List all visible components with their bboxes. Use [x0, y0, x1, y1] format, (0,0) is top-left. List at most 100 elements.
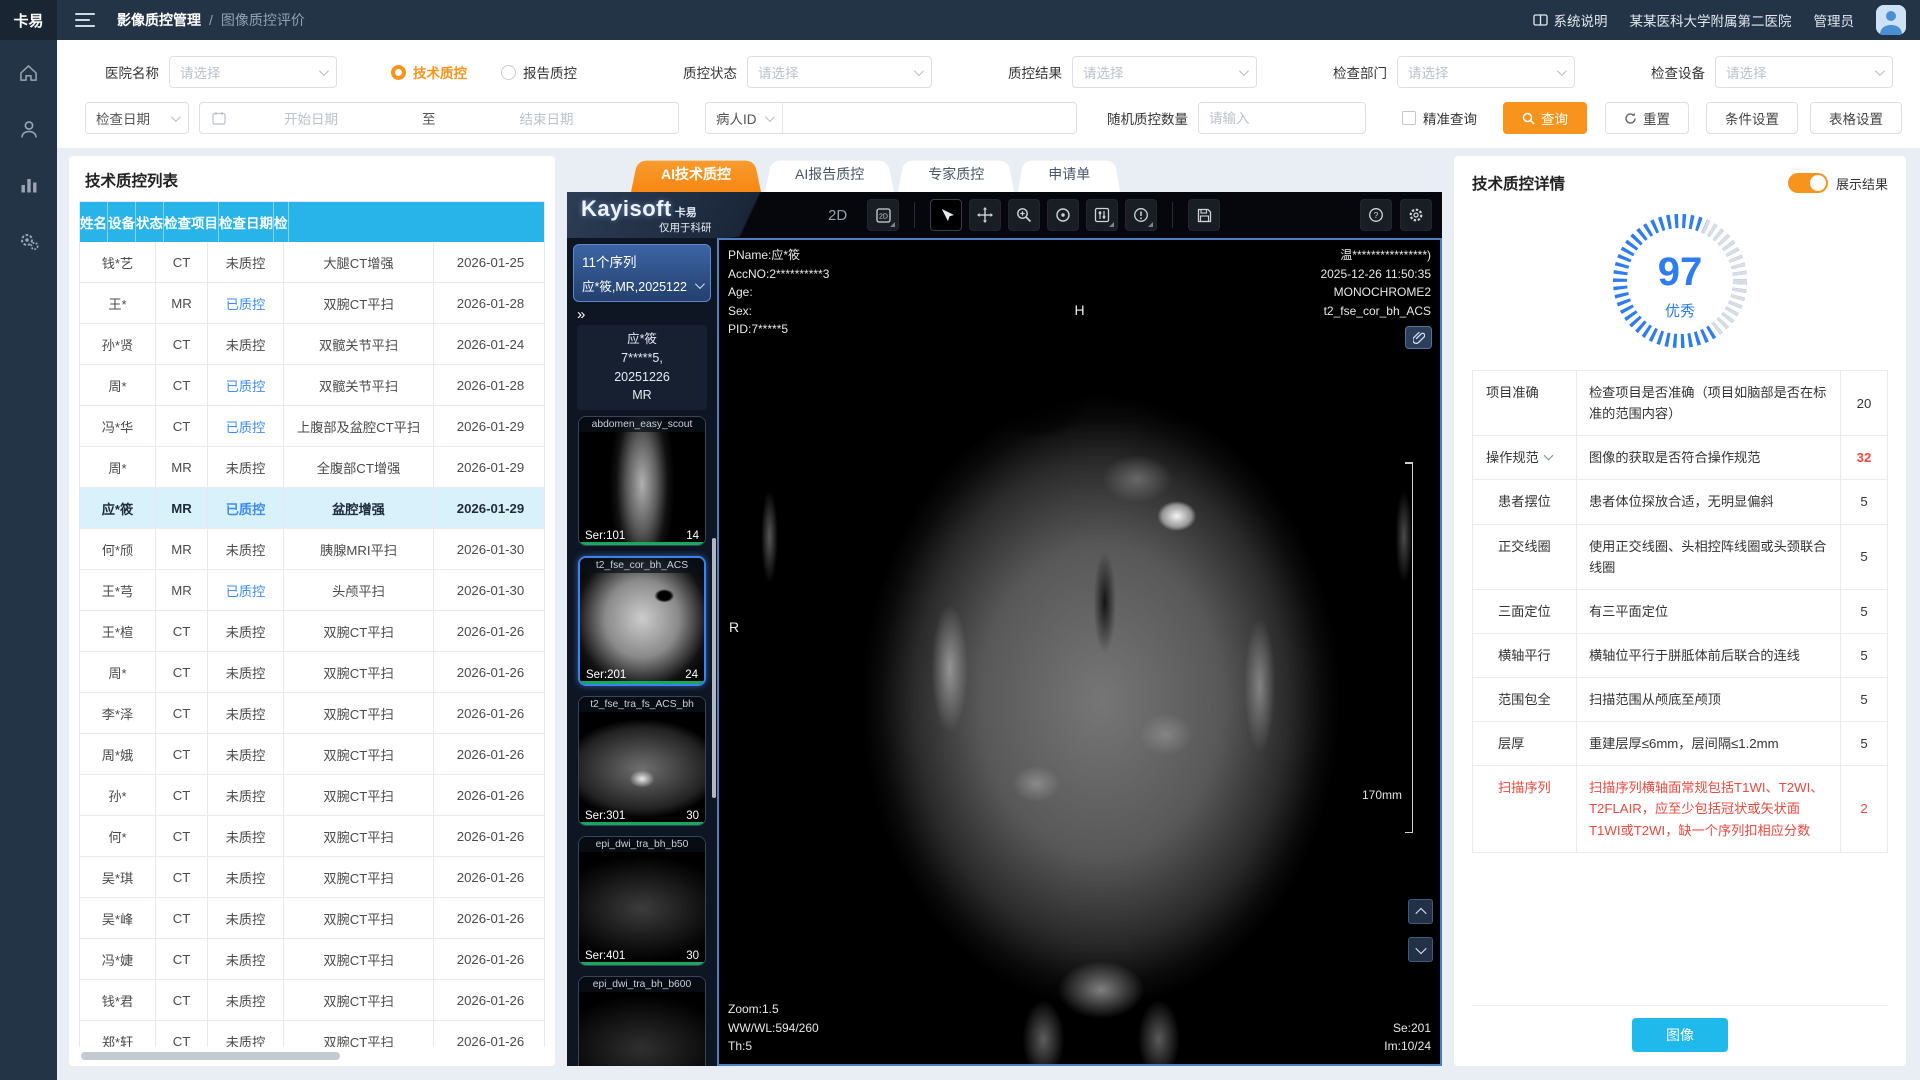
cell-device: CT [156, 898, 208, 938]
device-select[interactable]: 请选择 [1715, 56, 1893, 88]
prev-image-button[interactable] [1408, 899, 1433, 924]
chart-icon[interactable] [18, 174, 40, 196]
image-viewport[interactable]: PName:应*筱AccNO:2**********3Age:Sex:PID:7… [717, 238, 1442, 1066]
settings-gears-icon[interactable] [18, 230, 40, 252]
series-select[interactable]: 应*筱,MR,2025122 [582, 276, 702, 295]
table-row[interactable]: 吴*琪 CT 未质控 双腕CT平扫 2026-01-26 [80, 857, 544, 898]
series-thumbnail[interactable]: epi_dwi_tra_bh_b600 Ser:40230 [578, 976, 706, 1066]
thumbnail-image [579, 837, 705, 965]
tab[interactable]: 申请单 [1032, 157, 1106, 192]
patient-id-input[interactable] [783, 103, 1077, 133]
collapse-panel-button[interactable]: » [577, 306, 717, 323]
overlay-series-image: Se:201Im:10/24 [1384, 1019, 1431, 1056]
zoom-tool-button[interactable] [1008, 199, 1040, 231]
qc-item-row[interactable]: 扫描序列 扫描序列横轴面常规包括T1WI、T2WI、T2FLAIR，应至少包括冠… [1473, 766, 1887, 852]
reset-button[interactable]: 重置 [1605, 102, 1689, 134]
table-row[interactable]: 郑*轩 CT 未质控 双腕CT平扫 2026-01-26 [80, 1021, 544, 1047]
series-thumbnail[interactable]: t2_fse_tra_fs_ACS_bh Ser:30130 [578, 696, 706, 826]
user-icon[interactable] [18, 118, 40, 140]
cell-date: 2026-01-24 [434, 324, 545, 364]
cell-name: 应*筱 [80, 488, 156, 528]
item-score: 20 [1841, 371, 1887, 435]
qc-item-row[interactable]: 三面定位 有三平面定位 5 [1473, 590, 1887, 634]
cursor-tool-button[interactable] [930, 199, 962, 231]
qc-item-row[interactable]: 正交线圈 使用正交线圈、头相控阵线圈或头颈联合线圈 5 [1473, 525, 1887, 590]
table-row[interactable]: 冯*婕 CT 未质控 双腕CT平扫 2026-01-26 [80, 939, 544, 980]
next-image-button[interactable] [1408, 937, 1433, 962]
cell-device: CT [156, 365, 208, 405]
table-row[interactable]: 周* CT 已质控 双髋关节平扫 2026-01-28 [80, 365, 544, 406]
horizontal-scrollbar[interactable] [81, 1052, 543, 1060]
tab[interactable]: 专家质控 [912, 157, 1000, 192]
user-role[interactable]: 管理员 [1814, 10, 1855, 30]
patient-id-group: 病人ID [705, 102, 1077, 134]
table-row[interactable]: 孙* CT 未质控 双腕CT平扫 2026-01-26 [80, 775, 544, 816]
radio-report-qc[interactable]: 报告质控 [501, 62, 577, 82]
table-row[interactable]: 孙*贤 CT 未质控 双髋关节平扫 2026-01-24 [80, 324, 544, 365]
series-thumbnail[interactable]: abdomen_easy_scout Ser:10114 [578, 416, 706, 546]
table-row[interactable]: 王* MR 已质控 双腕CT平扫 2026-01-28 [80, 283, 544, 324]
qc-result-select[interactable]: 请选择 [1072, 56, 1257, 88]
viewer-settings-button[interactable] [1400, 199, 1432, 231]
condition-settings-button[interactable]: 条件设置 [1706, 102, 1798, 134]
precise-query-checkbox[interactable]: 精准查询 [1402, 108, 1477, 128]
table-row[interactable]: 周* CT 未质控 双腕CT平扫 2026-01-26 [80, 652, 544, 693]
qc-item-row[interactable]: 操作规范 图像的获取是否符合操作规范 32 [1473, 436, 1887, 480]
dept-select[interactable]: 请选择 [1397, 56, 1575, 88]
item-score: 2 [1841, 766, 1887, 851]
tab[interactable]: AI报告质控 [779, 157, 880, 192]
qc-item-row[interactable]: 项目准确 检查项目是否准确（项目如脑部是否在标准的范围内容） 20 [1473, 371, 1887, 436]
qc-item-row[interactable]: 横轴平行 横轴位平行于胼胝体前后联合的连线 5 [1473, 634, 1887, 678]
table-row[interactable]: 冯*华 CT 已质控 上腹部及盆腔CT平扫 2026-01-29 [80, 406, 544, 447]
table-row[interactable]: 应*筱 MR 已质控 盆腔增强 2026-01-29 [80, 488, 544, 529]
pan-tool-button[interactable] [969, 199, 1001, 231]
table-row[interactable]: 钱*艺 CT 未质控 大腿CT增强 2026-01-25 [80, 242, 544, 283]
series-thumbnail[interactable]: t2_fse_cor_bh_ACS Ser:20124 [578, 556, 706, 686]
radio-tech-qc[interactable]: 技术质控 [391, 62, 467, 82]
qc-item-row[interactable]: 层厚 重建层厚≤6mm，层间隔≤1.2mm 5 [1473, 722, 1887, 766]
show-result-toggle[interactable] [1788, 173, 1828, 193]
cell-status: 未质控 [208, 898, 284, 938]
patient-id-type-select[interactable]: 病人ID [706, 103, 783, 133]
table-row[interactable]: 何*颀 MR 未质控 胰腺MRI平扫 2026-01-30 [80, 529, 544, 570]
avatar[interactable] [1876, 5, 1906, 35]
qc-item-row[interactable]: 患者摆位 患者体位探放合适，无明显偏斜 5 [1473, 480, 1887, 524]
table-row[interactable]: 李*泽 CT 未质控 双腕CT平扫 2026-01-26 [80, 693, 544, 734]
system-help-link[interactable]: 系统说明 [1533, 10, 1608, 30]
book-icon [1533, 14, 1548, 26]
tab[interactable]: AI技术质控 [645, 157, 747, 192]
table-row[interactable]: 吴*峰 CT 未质控 双腕CT平扫 2026-01-26 [80, 898, 544, 939]
target-icon [1055, 207, 1071, 223]
table-row[interactable]: 王*楦 CT 未质控 双腕CT平扫 2026-01-26 [80, 611, 544, 652]
menu-collapse-icon[interactable] [75, 13, 95, 27]
image-button[interactable]: 图像 [1632, 1018, 1728, 1052]
help-button[interactable]: ? [1360, 199, 1392, 231]
attachment-button[interactable] [1405, 326, 1432, 349]
qc-status-select[interactable]: 请选择 [747, 56, 932, 88]
table-row[interactable]: 周* MR 未质控 全腹部CT增强 2026-01-29 [80, 447, 544, 488]
series-thumbnail[interactable]: epi_dwi_tra_bh_b50 Ser:40130 [578, 836, 706, 966]
alert-tool-button[interactable] [1125, 199, 1157, 231]
hospital-select[interactable]: 请选择 [169, 56, 337, 88]
search-button[interactable]: 查询 [1503, 102, 1587, 134]
random-count-input[interactable] [1198, 102, 1366, 134]
date-range-picker[interactable]: 开始日期 至 结束日期 [199, 102, 679, 134]
pan-icon [977, 207, 993, 223]
target-tool-button[interactable] [1047, 199, 1079, 231]
patient-info-line: 20251226 [579, 368, 705, 387]
table-settings-button[interactable]: 表格设置 [1810, 102, 1902, 134]
save-button[interactable] [1188, 199, 1220, 231]
cell-item: 双腕CT平扫 [284, 857, 434, 897]
window-level-button[interactable] [1086, 199, 1118, 231]
home-icon[interactable] [18, 62, 40, 84]
breadcrumb-root[interactable]: 影像质控管理 [117, 10, 201, 30]
date-type-select[interactable]: 检查日期 [85, 102, 189, 134]
table-row[interactable]: 王*芎 MR 已质控 头颅平扫 2026-01-30 [80, 570, 544, 611]
qc-item-row[interactable]: 范围包全 扫描范围从颅底至颅顶 5 [1473, 678, 1887, 722]
layout-2d-button[interactable]: 2D [867, 199, 899, 231]
thumbnail-scrollbar[interactable] [712, 538, 716, 798]
table-row[interactable]: 钱*君 CT 未质控 双腕CT平扫 2026-01-26 [80, 980, 544, 1021]
table-row[interactable]: 何* CT 未质控 双腕CT平扫 2026-01-26 [80, 816, 544, 857]
radio-unselected-icon [501, 65, 516, 80]
table-row[interactable]: 周*娥 CT 未质控 双腕CT平扫 2026-01-26 [80, 734, 544, 775]
